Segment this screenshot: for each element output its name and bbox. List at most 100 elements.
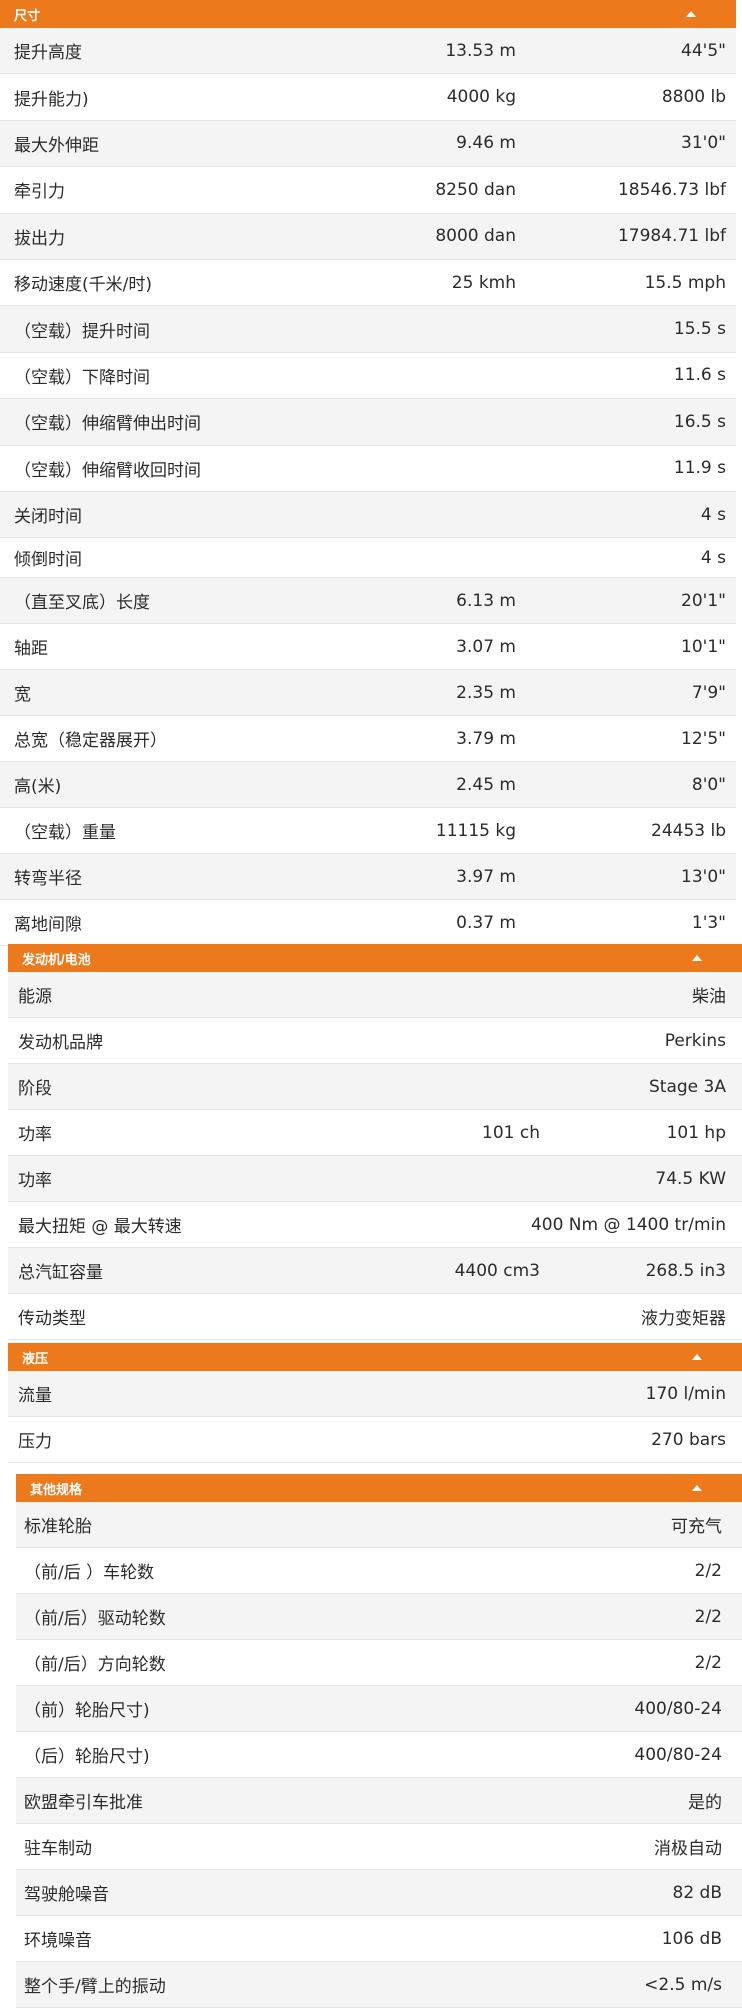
spec-value-imperial: 4 s: [700, 504, 726, 525]
spec-row: 提升能力) 4000 kg 8800 lb: [0, 74, 736, 121]
spec-row: 总汽缸容量 4400 cm3 268.5 in3: [8, 1248, 742, 1294]
spec-label: 最大外伸距: [14, 135, 99, 156]
spec-label: （空载）提升时间: [14, 321, 150, 342]
section-title: 尺寸: [14, 7, 41, 23]
spec-value-imperial: 2/2: [694, 1560, 722, 1581]
spec-row: （空载）伸缩臂伸出时间 16.5 s: [0, 399, 736, 446]
spec-value-imperial: 400/80-24: [634, 1744, 722, 1765]
spec-label: 轴距: [14, 639, 48, 660]
spec-value-imperial: <2.5 m/s: [644, 1974, 722, 1995]
spec-value-imperial: Perkins: [664, 1030, 726, 1051]
collapse-caret-icon[interactable]: [692, 1485, 702, 1491]
spec-value-imperial: 20'1": [681, 590, 726, 611]
spec-label: 提升能力): [14, 89, 89, 110]
spec-value-imperial: 15.5 mph: [644, 272, 726, 293]
spec-value-imperial: 1'3": [691, 912, 726, 933]
spec-value-imperial: 16.5 s: [673, 411, 726, 432]
spec-row: 转弯半径 3.97 m 13'0": [0, 854, 736, 901]
spec-label: 宽: [14, 685, 31, 706]
spec-label: 总宽（稳定器展开）: [14, 731, 167, 752]
spec-row: （前/后 ）车轮数 2/2: [16, 1548, 742, 1594]
spec-value-metric: 3.97 m: [456, 866, 516, 887]
spec-row: 压力 270 bars: [8, 1417, 742, 1463]
spec-label: （空载）重量: [14, 823, 116, 844]
spec-row: （空载）伸缩臂收回时间 11.9 s: [0, 446, 736, 492]
spec-value-imperial: 15.5 s: [673, 319, 726, 340]
spec-value-imperial: 17984.71 lbf: [617, 226, 726, 247]
spec-value-imperial: 2/2: [694, 1606, 722, 1627]
spec-row: 总宽（稳定器展开） 3.79 m 12'5": [0, 716, 736, 763]
spec-row: （空载）提升时间 15.5 s: [0, 306, 736, 353]
spec-value-imperial: 400/80-24: [634, 1698, 722, 1719]
spec-value-imperial: 液力变矩器: [641, 1309, 726, 1329]
section-title: 发动机/电池: [22, 951, 91, 967]
spec-value-metric: 4400 cm3: [454, 1260, 540, 1281]
spec-value-imperial: 消极自动: [654, 1839, 722, 1859]
spec-value-imperial: 13'0": [681, 866, 726, 887]
section-header[interactable]: 发动机/电池: [8, 944, 742, 972]
spec-value-imperial: 2/2: [694, 1652, 722, 1673]
section-header[interactable]: 尺寸: [0, 0, 736, 28]
spec-value-metric: 25 kmh: [451, 272, 516, 293]
spec-value-metric: 3.79 m: [456, 728, 516, 749]
spec-row: 离地间隙 0.37 m 1'3": [0, 900, 736, 947]
spec-label: （后）轮胎尺寸): [24, 1747, 150, 1767]
collapse-caret-icon[interactable]: [686, 11, 696, 17]
spec-row: 环境噪音 106 dB: [16, 1916, 742, 1962]
spec-value-imperial: 10'1": [681, 636, 726, 657]
spec-label: 标准轮胎: [24, 1517, 92, 1537]
spec-label: 倾倒时间: [14, 550, 82, 571]
spec-label: 驻车制动: [24, 1839, 92, 1859]
spec-value-imperial: 12'5": [681, 728, 726, 749]
spec-value-imperial: 74.5 KW: [655, 1168, 726, 1189]
spec-label: 功率: [18, 1125, 52, 1145]
spec-row: 流量 170 l/min: [8, 1371, 742, 1417]
spec-row: （空载）重量 11115 kg 24453 lb: [0, 808, 736, 855]
spec-label: 高(米): [14, 777, 62, 798]
spec-value-imperial: 268.5 in3: [645, 1260, 726, 1281]
spec-row: 高(米) 2.45 m 8'0": [0, 762, 736, 809]
spec-value-metric: 4000 kg: [446, 87, 516, 108]
spec-row: 牵引力 8250 dan 18546.73 lbf: [0, 167, 736, 214]
spec-row: （前/后）驱动轮数 2/2: [16, 1594, 742, 1640]
spec-label: 最大扭矩 @ 最大转速: [18, 1217, 182, 1237]
spec-label: （前）轮胎尺寸): [24, 1701, 150, 1721]
spec-label: （前/后）驱动轮数: [24, 1609, 166, 1629]
spec-label: 驾驶舱噪音: [24, 1885, 109, 1905]
spec-value-metric: 9.46 m: [456, 133, 516, 154]
collapse-caret-icon[interactable]: [692, 1354, 702, 1360]
spec-row: 提升高度 13.53 m 44'5": [0, 28, 736, 75]
spec-row: 宽 2.35 m 7'9": [0, 670, 736, 717]
section-title: 液压: [22, 1350, 49, 1366]
spec-value-imperial: 82 dB: [672, 1882, 723, 1903]
section-header[interactable]: 液压: [8, 1343, 742, 1371]
spec-value-imperial: 11.9 s: [673, 458, 726, 479]
spec-value-imperial: 270 bars: [651, 1429, 726, 1450]
spec-label: 拔出力: [14, 228, 65, 249]
spec-row: （前）轮胎尺寸) 400/80-24: [16, 1686, 742, 1732]
spec-value-imperial: 400 Nm @ 1400 tr/min: [530, 1214, 726, 1235]
spec-value-imperial: 是的: [688, 1793, 722, 1813]
spec-label: （空载）伸缩臂伸出时间: [14, 414, 201, 435]
spec-row: 功率 74.5 KW: [8, 1156, 742, 1202]
spec-label: 牵引力: [14, 182, 65, 203]
spec-label: 转弯半径: [14, 869, 82, 890]
spec-row: 整个手/臂上的振动 <2.5 m/s: [16, 1962, 742, 2008]
spec-row: （直至叉底）长度 6.13 m 20'1": [0, 578, 736, 625]
section-header[interactable]: 其他规格: [16, 1474, 742, 1502]
spec-row: 功率 101 ch 101 hp: [8, 1110, 742, 1156]
spec-value-metric: 8250 dan: [435, 179, 516, 200]
spec-value-imperial: 8800 lb: [661, 87, 726, 108]
spec-label: 环境噪音: [24, 1931, 92, 1951]
spec-value-imperial: 柴油: [692, 987, 726, 1007]
spec-value-imperial: 101 hp: [666, 1122, 726, 1143]
spec-row: 倾倒时间 4 s: [0, 538, 736, 579]
spec-value-imperial: 4 s: [700, 547, 726, 568]
spec-value-imperial: Stage 3A: [649, 1076, 726, 1097]
spec-label: 整个手/臂上的振动: [24, 1977, 166, 1997]
spec-row: （空载）下降时间 11.6 s: [0, 353, 736, 400]
collapse-caret-icon[interactable]: [692, 955, 702, 961]
spec-label: 移动速度(千米/时): [14, 275, 152, 296]
spec-row: 最大外伸距 9.46 m 31'0": [0, 120, 736, 168]
spec-value-metric: 13.53 m: [445, 40, 516, 61]
